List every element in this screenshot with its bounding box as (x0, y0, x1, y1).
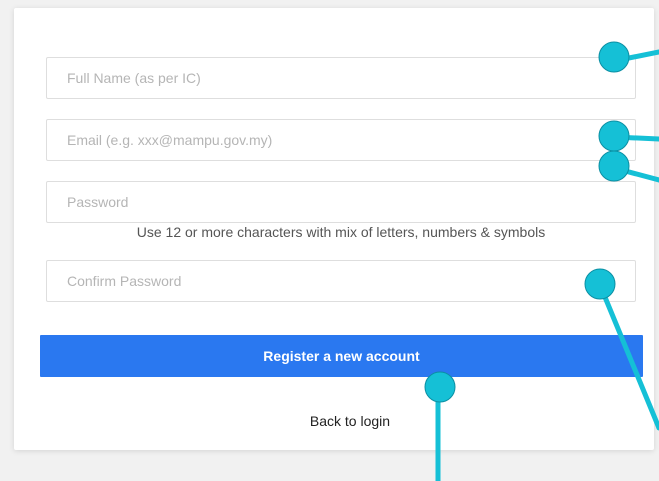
confirm-password-input[interactable] (46, 260, 636, 302)
register-button[interactable]: Register a new account (40, 335, 643, 377)
password-hint: Use 12 or more characters with mix of le… (136, 224, 546, 240)
full-name-input[interactable] (46, 57, 636, 99)
email-input[interactable] (46, 119, 636, 161)
password-input[interactable] (46, 181, 636, 223)
back-to-login-link[interactable]: Back to login (250, 413, 450, 429)
